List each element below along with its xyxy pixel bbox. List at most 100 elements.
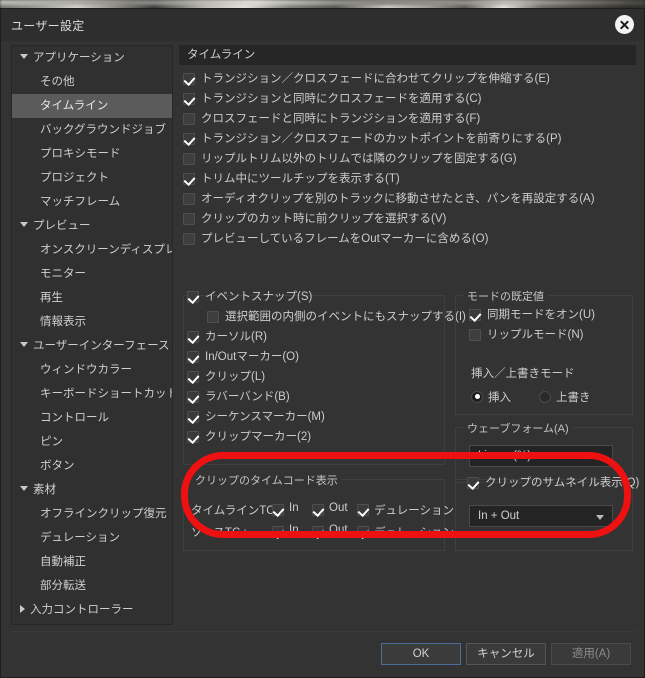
sidebar-item-label: プレビュー <box>33 220 91 232</box>
timecode-option-0-2[interactable]: デュレーション <box>357 502 454 518</box>
sidebar-item-label: 情報表示 <box>40 316 86 328</box>
checkbox-indicator <box>187 291 199 303</box>
chevron-down-icon <box>596 455 604 460</box>
event-snap-item-1[interactable]: カーソル(R) <box>183 327 445 347</box>
chevron-down-icon <box>20 54 28 60</box>
checkbox-indicator <box>312 504 324 516</box>
thumbnail-mode-dropdown[interactable]: In + Out <box>469 505 613 527</box>
sidebar-item-label: ウィンドウカラー <box>40 364 132 376</box>
sidebar-item-label: プロジェクト <box>40 172 109 184</box>
sidebar-item-15[interactable]: コントロール <box>12 406 172 430</box>
checkbox-label: シーケンスマーカー(M) <box>205 411 325 423</box>
checkbox-indicator <box>469 329 481 341</box>
user-settings-dialog: ユーザー設定 アプリケーションその他 タイムラインバックグラウンドジョブ プロキシモ… <box>0 8 645 678</box>
timecode-option-1-1[interactable]: Out <box>312 524 348 538</box>
mode-default-1[interactable]: リップルモード(N) <box>465 325 630 345</box>
sidebar-item-label: 部分転送 <box>40 580 86 592</box>
sidebar-item-10[interactable]: 再生 <box>12 286 172 310</box>
timeline-option-3[interactable]: トランジション／クロスフェードのカットポイントを前寄りにする(P) <box>179 129 636 149</box>
checkbox-label: Out <box>329 524 348 536</box>
dialog-title: ユーザー設定 <box>11 19 85 33</box>
clip-thumbnail-checkbox[interactable]: クリップのサムネイル表示(Q) <box>463 473 639 493</box>
close-circle-icon[interactable] <box>615 15 634 34</box>
mode-radio-1[interactable]: 上書き <box>539 389 591 405</box>
settings-category-sidebar[interactable]: アプリケーションその他 タイムラインバックグラウンドジョブ プロキシモード プロジェク… <box>11 45 173 625</box>
sidebar-item-14[interactable]: キーボードショートカット <box>12 382 172 406</box>
sidebar-item-1[interactable]: その他 <box>12 70 172 94</box>
timeline-option-0[interactable]: トランジション／クロスフェードに合わせてクリップを伸縮する(E) <box>179 69 636 89</box>
checkbox-label: 選択範囲の内側のイベントにもスナップする(I) <box>225 311 466 323</box>
sidebar-item-17[interactable]: ボタン <box>12 454 172 478</box>
checkbox-label: ラバーバンド(B) <box>205 391 290 403</box>
sidebar-item-18[interactable]: 素材 <box>12 478 172 502</box>
event-snap-item-5[interactable]: シーケンスマーカー(M) <box>183 407 445 427</box>
timeline-options-checkbox-list[interactable]: トランジション／クロスフェードに合わせてクリップを伸縮する(E) トランジションと… <box>179 69 636 249</box>
footer-button-normal[interactable]: キャンセル <box>466 643 546 665</box>
mode-defaults-title: モードの既定値 <box>463 288 548 304</box>
checkbox-label: デュレーション <box>374 527 455 539</box>
event-snap-item-2[interactable]: In/Outマーカー(O) <box>183 347 445 367</box>
timeline-option-7[interactable]: クリップのカット時に前クリップを選択する(V) <box>179 209 636 229</box>
sidebar-item-20[interactable]: デュレーション <box>12 526 172 550</box>
checkbox-indicator <box>183 133 195 145</box>
timeline-option-5[interactable]: トリム中にツールチップを表示する(T) <box>179 169 636 189</box>
timeline-option-8[interactable]: プレビューしているフレームをOutマーカーに含める(O) <box>179 229 636 249</box>
event-snap-item-4[interactable]: ラバーバンド(B) <box>183 387 445 407</box>
chevron-right-icon <box>20 604 25 613</box>
sidebar-item-22[interactable]: 部分転送 <box>12 574 172 598</box>
checkbox-indicator <box>187 411 199 423</box>
sidebar-item-4[interactable]: プロキシモード <box>12 142 172 166</box>
footer-button-disabled[interactable]: 適用(A) <box>551 643 631 665</box>
sidebar-item-0[interactable]: アプリケーション <box>12 46 172 70</box>
sidebar-item-19[interactable]: オフラインクリップ復元 <box>12 502 172 526</box>
clip-thumbnail-label: クリップのサムネイル表示(Q) <box>485 477 640 489</box>
radio-label: 挿入 <box>488 392 511 404</box>
checkbox-indicator <box>187 331 199 343</box>
sidebar-item-21[interactable]: 自動補正 <box>12 550 172 574</box>
sidebar-item-label: プロキシモード <box>40 148 121 160</box>
timeline-option-2[interactable]: クロスフェードと同時にトランジションを適用する(F) <box>179 109 636 129</box>
event-snap-toggle[interactable]: イベントスナップ(S) <box>183 287 445 307</box>
footer-button-label: 適用(A) <box>571 648 611 660</box>
checkbox-indicator <box>183 153 195 165</box>
checkbox-indicator <box>272 526 284 538</box>
sidebar-item-9[interactable]: モニター <box>12 262 172 286</box>
event-snap-item-6[interactable]: クリップマーカー(2) <box>183 427 445 447</box>
sidebar-item-label: キーボードショートカット <box>40 388 173 400</box>
event-snap-item-0[interactable]: 選択範囲の内側のイベントにもスナップする(I) <box>183 307 466 327</box>
checkbox-indicator <box>183 233 195 245</box>
sidebar-item-11[interactable]: 情報表示 <box>12 310 172 334</box>
sidebar-item-16[interactable]: ピン <box>12 430 172 454</box>
checkbox-indicator <box>357 504 369 516</box>
sidebar-item-3[interactable]: バックグラウンドジョブ <box>12 118 172 142</box>
sidebar-item-label: バックグラウンドジョブ <box>40 124 167 136</box>
mode-default-0[interactable]: 同期モードをオン(U) <box>465 305 630 325</box>
event-snap-options[interactable]: イベントスナップ(S) 選択範囲の内側のイベントにもスナップする(I) カーソル(R… <box>183 287 466 447</box>
sidebar-item-label: アプリケーション <box>33 52 125 64</box>
sidebar-item-2[interactable]: タイムライン <box>12 94 172 118</box>
sidebar-item-12[interactable]: ユーザーインターフェース <box>12 334 172 358</box>
sidebar-item-7[interactable]: プレビュー <box>12 214 172 238</box>
timeline-option-4[interactable]: リップルトリム以外のトリムでは隣のクリップを固定する(G) <box>179 149 636 169</box>
checkbox-label: カーソル(R) <box>205 331 267 343</box>
timeline-option-6[interactable]: オーディオクリップを別のトラックに移動させたとき、パンを再設定する(A) <box>179 189 636 209</box>
sidebar-item-label: 入力コントローラー <box>30 604 134 616</box>
event-snap-item-3[interactable]: クリップ(L) <box>183 367 445 387</box>
radio-label: 上書き <box>556 392 591 404</box>
sidebar-item-5[interactable]: プロジェクト <box>12 166 172 190</box>
sidebar-item-label: オフラインクリップ復元 <box>40 508 167 520</box>
timecode-option-0-0[interactable]: In <box>272 502 299 516</box>
checkbox-indicator <box>183 173 195 185</box>
mode-radio-0[interactable]: 挿入 <box>471 389 511 405</box>
timecode-option-0-1[interactable]: Out <box>312 502 348 516</box>
timecode-option-1-0[interactable]: In <box>272 524 299 538</box>
waveform-dropdown[interactable]: Linear (%) <box>469 445 613 467</box>
sidebar-item-6[interactable]: マッチフレーム <box>12 190 172 214</box>
sidebar-item-13[interactable]: ウィンドウカラー <box>12 358 172 382</box>
sidebar-item-8[interactable]: オンスクリーンディスプレイ <box>12 238 172 262</box>
sidebar-item-23[interactable]: 入力コントローラー <box>12 598 172 622</box>
timeline-option-1[interactable]: トランジションと同時にクロスフェードを適用する(C) <box>179 89 636 109</box>
footer-button-primary[interactable]: OK <box>381 643 461 665</box>
timecode-option-1-2[interactable]: デュレーション <box>357 524 454 540</box>
mode-defaults-checkboxes[interactable]: 同期モードをオン(U) リップルモード(N) <box>465 305 630 345</box>
